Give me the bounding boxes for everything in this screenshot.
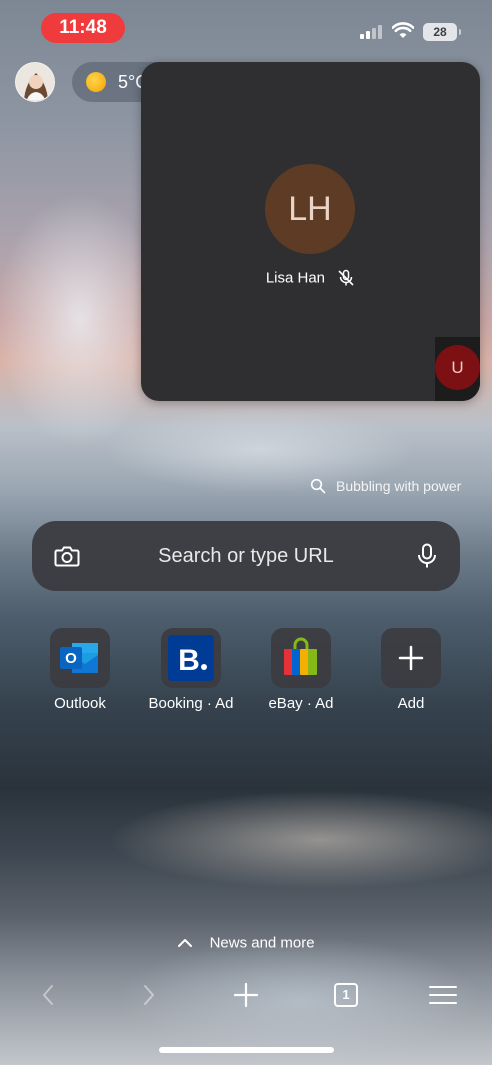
shortcut-tiles: O Outlook B Booking · Ad eBay · Ad Add [0, 628, 492, 718]
outlook-icon: O [50, 628, 110, 688]
shortcut-label: Booking · Ad [148, 695, 234, 712]
profile-photo-icon [16, 63, 54, 101]
wallpaper-caption-text: Bubbling with power [336, 478, 462, 494]
status-time: 11:48 [41, 13, 125, 43]
profile-avatar[interactable] [15, 62, 55, 102]
news-and-more-toggle[interactable]: News and more [0, 934, 492, 952]
mic-off-icon [338, 269, 354, 286]
home-indicator[interactable] [159, 1047, 334, 1053]
shortcut-label: Outlook [54, 695, 106, 712]
svg-text:B: B [178, 644, 200, 677]
shortcut-booking[interactable]: B Booking · Ad [136, 628, 246, 712]
caller-avatar: LH [265, 164, 355, 254]
status-bar: 11:48 28 [0, 0, 492, 54]
ebay-icon [271, 628, 331, 688]
caller-info: Lisa Han [141, 269, 480, 287]
camera-icon[interactable] [54, 544, 80, 568]
svg-text:O: O [65, 650, 77, 667]
search-placeholder: Search or type URL [158, 545, 334, 567]
self-video-tile: U [435, 337, 480, 401]
caller-name: Lisa Han [265, 269, 326, 287]
new-tab-icon[interactable] [231, 980, 261, 1010]
menu-icon[interactable] [428, 980, 458, 1010]
shortcut-add[interactable]: Add [356, 628, 466, 712]
bottom-toolbar: 1 [0, 970, 492, 1020]
wifi-icon [392, 22, 414, 38]
self-avatar: U [435, 345, 480, 390]
shortcut-label: Add [397, 695, 425, 712]
news-label: News and more [209, 934, 315, 952]
tab-count: 1 [342, 987, 350, 1002]
forward-arrow-icon[interactable] [133, 980, 163, 1010]
sun-icon [86, 72, 106, 92]
booking-icon: B [161, 628, 221, 688]
back-arrow-icon[interactable] [34, 980, 64, 1010]
chevron-up-icon [178, 939, 193, 948]
shortcut-outlook[interactable]: O Outlook [25, 628, 135, 712]
battery-indicator: 28 [423, 23, 461, 41]
cellular-signal-icon [360, 25, 384, 39]
shortcut-label: eBay · Ad [268, 695, 334, 712]
microphone-icon[interactable] [416, 543, 438, 569]
shortcut-ebay[interactable]: eBay · Ad [246, 628, 356, 712]
wallpaper-caption[interactable]: Bubbling with power [310, 478, 461, 494]
tabs-button[interactable]: 1 [331, 980, 361, 1010]
search-bar[interactable]: Search or type URL [32, 521, 460, 591]
search-icon [310, 478, 326, 494]
call-overlay-window[interactable]: LH Lisa Han U [141, 62, 480, 401]
plus-icon [381, 628, 441, 688]
